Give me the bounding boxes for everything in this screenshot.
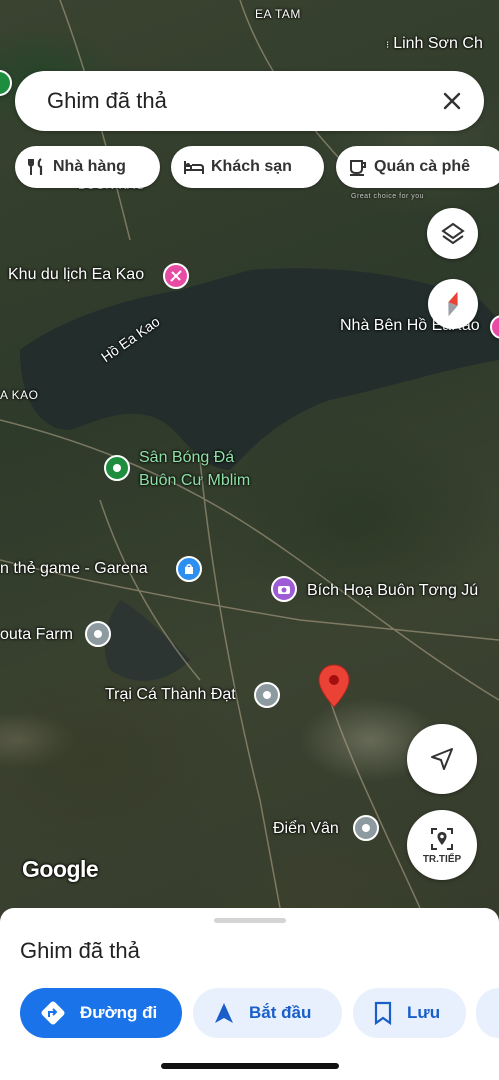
- map-label-khu-du-lich[interactable]: Khu du lịch Ea Kao: [8, 266, 144, 284]
- poi-dot-icon: ⁝: [386, 40, 390, 51]
- compass-icon: [448, 291, 458, 317]
- chip-label: Khách sạn: [211, 158, 292, 175]
- map-label-linh-son: ⁝ Linh Sơn Ch: [386, 35, 483, 52]
- chip-restaurant[interactable]: Nhà hàng: [15, 146, 160, 188]
- street-view-pin-icon: [431, 827, 453, 850]
- start-button[interactable]: Bắt đầu: [193, 988, 342, 1038]
- poi-dien-van-pin[interactable]: [353, 815, 379, 841]
- google-logo: Google: [22, 856, 99, 882]
- poi-fish-farm-pin[interactable]: [254, 682, 280, 708]
- map-label-garena[interactable]: n thẻ game - Garena: [0, 560, 148, 578]
- directions-button[interactable]: Đường đi: [20, 988, 182, 1038]
- bookmark-icon: [374, 1001, 392, 1025]
- map-label-san-bong-2[interactable]: Buôn Cư Mblim: [139, 472, 250, 490]
- save-button[interactable]: Lưu: [353, 988, 466, 1038]
- navigation-arrow-icon: [215, 1003, 233, 1023]
- map-label-san-bong-1[interactable]: Sân Bóng Đá: [139, 449, 234, 467]
- compass-button[interactable]: [428, 279, 478, 329]
- start-label: Bắt đầu: [249, 1003, 312, 1022]
- my-location-button[interactable]: [407, 724, 477, 794]
- save-label: Lưu: [407, 1003, 441, 1022]
- map-label-dien-van[interactable]: Điển Vân: [273, 820, 339, 838]
- map-label-trai-ca[interactable]: Trại Cá Thành Đạt: [105, 686, 236, 704]
- navigation-arrow-icon: [431, 748, 453, 770]
- map-label-outa-farm[interactable]: outa Farm: [0, 626, 73, 644]
- poi-camera-pin[interactable]: [271, 576, 297, 602]
- poi-stadium-pin[interactable]: [104, 455, 130, 481]
- close-icon[interactable]: [438, 87, 466, 115]
- poi-shop-pin[interactable]: [176, 556, 202, 582]
- home-indicator: [161, 1063, 339, 1069]
- camera-icon: [278, 586, 290, 594]
- shopping-bag-icon: [185, 564, 193, 574]
- directions-icon: [41, 1001, 65, 1025]
- chip-hotel[interactable]: Khách sạn: [171, 146, 324, 188]
- directions-label: Đường đi: [80, 1003, 158, 1022]
- layers-button[interactable]: [427, 208, 478, 259]
- map-label-a-kao: A KAO: [0, 388, 39, 402]
- layers-icon: [440, 222, 465, 244]
- search-bar[interactable]: Ghim đã thả: [15, 71, 484, 131]
- coffee-cup-icon: [350, 160, 366, 176]
- watermark-text: Great choice for you: [351, 193, 425, 200]
- sheet-drag-handle[interactable]: [214, 918, 286, 923]
- bed-icon: [184, 161, 204, 174]
- poi-tourism-pin[interactable]: [163, 263, 189, 289]
- place-sheet[interactable]: Ghim đã thả Đường đi Bắt đầu Lưu: [0, 908, 499, 1080]
- map-label-ea-tam: EA TAM: [255, 7, 301, 21]
- dropped-pin-icon[interactable]: [317, 663, 351, 709]
- chip-label: Quán cà phê: [374, 158, 471, 175]
- map-label-bich-hoa[interactable]: Bích Hoạ Buôn Tơng Jú: [307, 582, 478, 600]
- chip-label: Nhà hàng: [53, 158, 126, 175]
- poi-farm-pin[interactable]: [85, 621, 111, 647]
- chip-cafe[interactable]: Quán cà phê: [336, 146, 499, 188]
- fork-knife-icon: [28, 158, 43, 175]
- tourism-icon: [170, 270, 182, 282]
- more-action-button[interactable]: [476, 988, 499, 1038]
- sheet-title: Ghim đã thả: [20, 938, 140, 963]
- street-view-label: TR.TIẾP: [422, 853, 462, 865]
- street-view-button[interactable]: TR.TIẾP: [407, 810, 477, 880]
- search-input[interactable]: Ghim đã thả: [47, 88, 167, 114]
